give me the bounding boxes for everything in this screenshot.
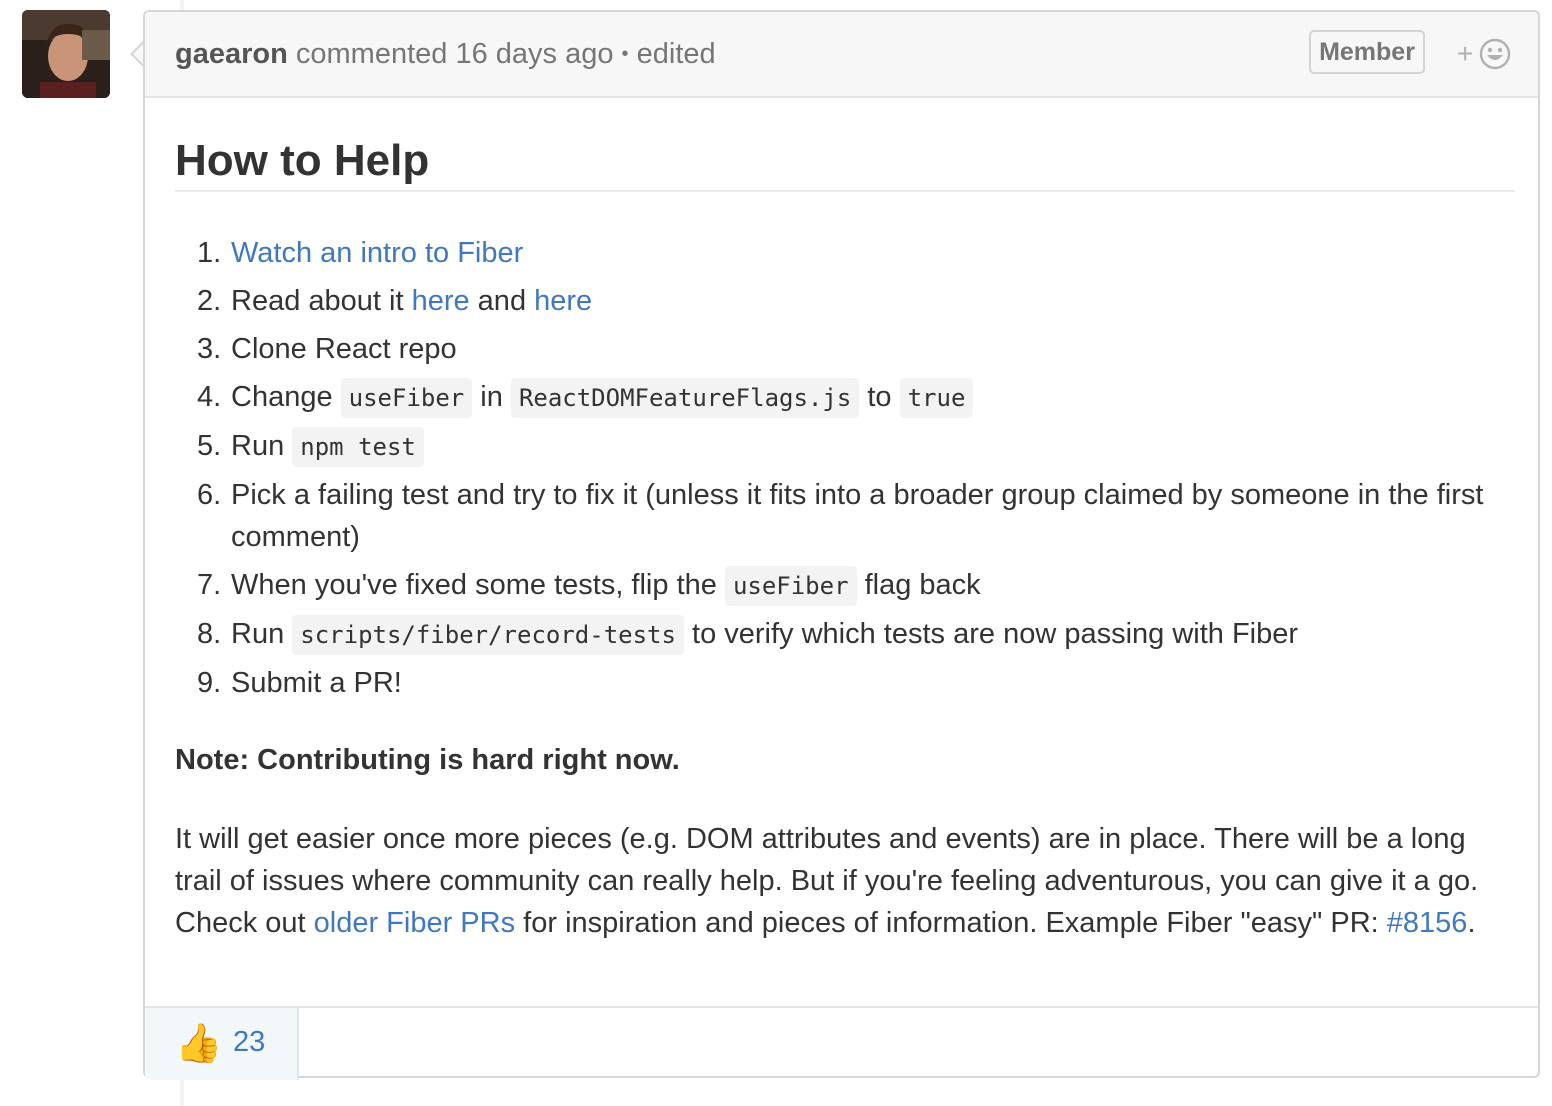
edited-dropdown[interactable]: edited (637, 38, 716, 70)
list-item: 9. Submit a PR! (175, 662, 1515, 704)
step-text: Pick a failing test and try to fix it (u… (231, 479, 1484, 553)
code-npm-test: npm test (292, 427, 424, 467)
step-text: Clone React repo (231, 333, 457, 365)
step-number: 5. (197, 430, 222, 462)
paragraph-text: . (1467, 907, 1476, 939)
step-text: Submit a PR! (231, 667, 402, 699)
step-number: 2. (197, 285, 222, 317)
list-item: 7. When you've fixed some tests, flip th… (175, 564, 1515, 607)
add-reaction-button[interactable]: + (1457, 36, 1515, 72)
code-record-tests: scripts/fiber/record-tests (292, 615, 684, 655)
reactions-bar: 👍 23 (145, 1006, 1538, 1080)
older-fiber-prs-link[interactable]: older Fiber PRs (314, 907, 515, 939)
step-number: 7. (197, 569, 222, 601)
comment-action: commented (295, 38, 448, 70)
list-item: 1. Watch an intro to Fiber (175, 232, 1515, 274)
step-text: to verify which tests are now passing wi… (683, 618, 1299, 650)
avatar-image (22, 10, 110, 98)
list-item: 3. Clone React repo (175, 328, 1515, 370)
here-link-1[interactable]: here (412, 285, 470, 317)
here-link-2[interactable]: here (534, 285, 592, 317)
comment-body: How to Help 1. Watch an intro to Fiber 2… (175, 112, 1515, 939)
comment-header: gaearon commented 16 days ago • edited M… (145, 12, 1538, 98)
watch-intro-link[interactable]: Watch an intro to Fiber (231, 237, 523, 269)
thumbs-up-reaction-button[interactable]: 👍 23 (145, 1008, 299, 1080)
comment-time-link[interactable]: 16 days ago (455, 38, 613, 70)
step-text: to (859, 381, 900, 413)
member-badge: Member (1309, 30, 1425, 74)
step-number: 4. (197, 381, 222, 413)
step-text: Run (231, 618, 293, 650)
step-text: Read about it (231, 285, 412, 317)
steps-list: 1. Watch an intro to Fiber 2. Read about… (175, 232, 1515, 710)
separator-dot: • (621, 43, 629, 65)
reaction-count: 23 (233, 1026, 266, 1058)
smiley-icon (1479, 38, 1511, 70)
step-number: 6. (197, 479, 222, 511)
step-text: Change (231, 381, 341, 413)
step-text: When you've fixed some tests, flip the (231, 569, 725, 601)
code-usefiber: useFiber (340, 378, 473, 418)
heading-how-to-help: How to Help (175, 112, 1515, 192)
step-text: in (472, 381, 511, 413)
step-text: and (469, 285, 535, 317)
avatar[interactable] (22, 10, 110, 98)
author-link[interactable]: gaearon (175, 38, 288, 70)
step-text: flag back (856, 569, 981, 601)
list-item: 4. Change useFiber in ReactDOMFeatureFla… (175, 376, 1515, 419)
comment-box: gaearon commented 16 days ago • edited M… (143, 10, 1540, 1080)
code-true: true (899, 378, 974, 418)
paragraph-text: for inspiration and pieces of informatio… (515, 907, 1387, 939)
pr-8156-link[interactable]: #8156 (1387, 907, 1468, 939)
list-item: 2. Read about it here and here (175, 280, 1515, 322)
step-number: 8. (197, 618, 222, 650)
step-number: 3. (197, 333, 222, 365)
list-item: 8. Run scripts/fiber/record-tests to ver… (175, 613, 1515, 656)
step-text: Run (231, 430, 293, 462)
paragraph: It will get easier once more pieces (e.g… (175, 818, 1515, 944)
plus-icon: + (1457, 38, 1474, 69)
code-feature-flags-file: ReactDOMFeatureFlags.js (510, 378, 860, 418)
note-bold: Note: Contributing is hard right now. (175, 744, 680, 776)
step-number: 1. (197, 237, 222, 269)
comment-meta: gaearon commented 16 days ago • edited (175, 38, 716, 71)
list-item: 5. Run npm test (175, 425, 1515, 468)
list-item: 6. Pick a failing test and try to fix it… (175, 474, 1515, 558)
code-usefiber: useFiber (724, 566, 857, 606)
thumbs-up-icon: 👍 (175, 1023, 223, 1065)
step-number: 9. (197, 667, 222, 699)
